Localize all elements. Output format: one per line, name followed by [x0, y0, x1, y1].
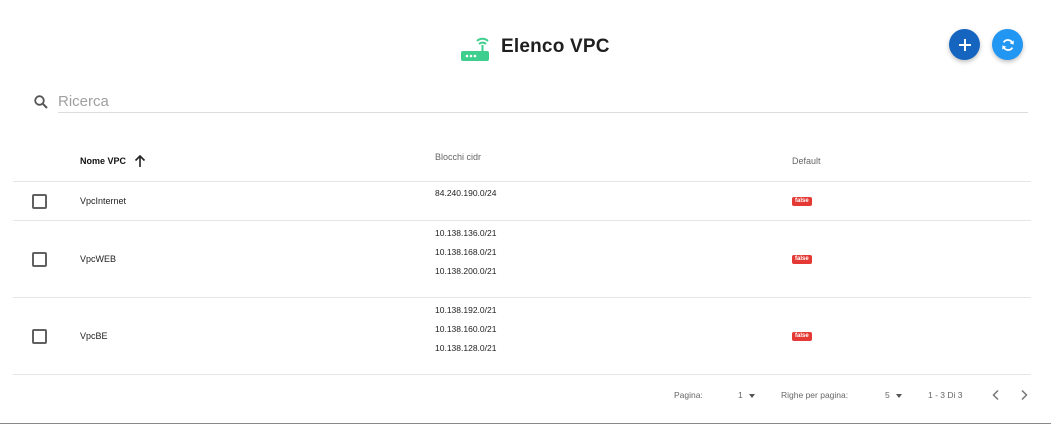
vpc-name: VpcBE	[80, 331, 108, 341]
refresh-button[interactable]	[992, 29, 1023, 60]
refresh-icon	[1001, 38, 1014, 51]
chevron-right-icon[interactable]	[1016, 387, 1032, 403]
page-range: 1 - 3 Di 3	[928, 390, 963, 400]
search-bar	[33, 90, 1028, 114]
page-select[interactable]: 1	[738, 390, 755, 400]
router-icon	[461, 37, 489, 61]
cidr-block: 10.138.192.0/21	[435, 305, 497, 315]
search-icon	[34, 95, 48, 109]
bottom-divider	[0, 423, 1051, 424]
caret-down-icon	[748, 393, 755, 398]
page-header: Elenco VPC	[0, 0, 1051, 90]
default-badge: false	[792, 332, 812, 341]
caret-down-icon	[895, 393, 902, 398]
default-badge: false	[792, 255, 812, 264]
plus-icon	[958, 38, 971, 51]
vpc-name: VpcInternet	[80, 196, 127, 206]
column-label-cidr: Blocchi cidr	[435, 152, 482, 162]
cidr-block: 10.138.168.0/21	[435, 247, 497, 257]
cidr-block: 10.138.136.0/21	[435, 228, 497, 238]
row-checkbox[interactable]	[32, 329, 47, 344]
table-row[interactable]: VpcBE 10.138.192.0/21 10.138.160.0/21 10…	[13, 298, 1031, 375]
arrow-up-icon	[134, 154, 146, 167]
cidr-list: 10.138.192.0/21 10.138.160.0/21 10.138.1…	[435, 301, 496, 358]
cidr-block: 10.138.200.0/21	[435, 266, 497, 276]
vpc-table: Nome VPC Blocchi cidr Default VpcInterne…	[13, 140, 1031, 375]
cidr-block: 10.138.160.0/21	[435, 324, 497, 334]
cidr-block: 10.138.128.0/21	[435, 343, 497, 353]
page-title: Elenco VPC	[501, 36, 610, 57]
column-header-cidr[interactable]: Blocchi cidr	[435, 136, 481, 178]
rows-per-page-value: 5	[885, 390, 890, 400]
vpc-name: VpcWEB	[80, 254, 117, 264]
cidr-list: 10.138.136.0/21 10.138.168.0/21 10.138.2…	[435, 224, 496, 281]
column-label-name: Nome VPC	[80, 156, 127, 166]
column-label-default: Default	[792, 156, 821, 166]
rows-per-page-label: Righe per pagina:	[781, 390, 849, 400]
table-header: Nome VPC Blocchi cidr Default	[13, 140, 1031, 182]
pagination-bar: Pagina: 1 Righe per pagina: 5 1 - 3 Di 3	[13, 375, 1031, 415]
title-group: Elenco VPC	[459, 30, 610, 64]
page-label: Pagina:	[674, 390, 703, 400]
rows-per-page-select[interactable]: 5	[885, 390, 902, 400]
table-row[interactable]: VpcInternet 84.240.190.0/24 false	[13, 182, 1031, 221]
column-header-name[interactable]: Nome VPC	[80, 140, 147, 182]
cidr-block: 84.240.190.0/24	[435, 188, 497, 198]
column-header-default[interactable]: Default	[792, 140, 821, 182]
table-row[interactable]: VpcWEB 10.138.136.0/21 10.138.168.0/21 1…	[13, 221, 1031, 298]
search-input[interactable]	[58, 90, 1028, 113]
row-checkbox[interactable]	[32, 194, 47, 209]
add-vpc-button[interactable]	[949, 29, 980, 60]
chevron-left-icon[interactable]	[988, 387, 1004, 403]
page-select-value: 1	[738, 390, 743, 400]
cidr-list: 84.240.190.0/24	[435, 184, 496, 203]
default-badge: false	[792, 197, 812, 206]
row-checkbox[interactable]	[32, 252, 47, 267]
